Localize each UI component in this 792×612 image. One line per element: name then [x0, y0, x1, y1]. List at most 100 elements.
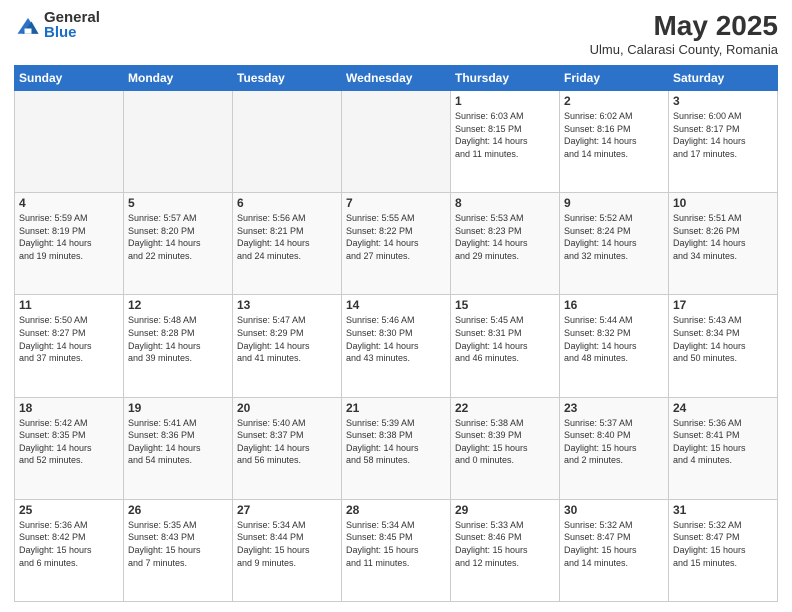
day-info: Sunrise: 5:36 AM Sunset: 8:42 PM Dayligh…: [19, 519, 119, 569]
title-section: May 2025 Ulmu, Calarasi County, Romania: [590, 10, 778, 57]
day-info: Sunrise: 5:35 AM Sunset: 8:43 PM Dayligh…: [128, 519, 228, 569]
calendar-table: SundayMondayTuesdayWednesdayThursdayFrid…: [14, 65, 778, 602]
day-info: Sunrise: 5:46 AM Sunset: 8:30 PM Dayligh…: [346, 314, 446, 364]
calendar-cell: 1 Sunrise: 6:03 AM Sunset: 8:15 PM Daylig…: [451, 91, 560, 193]
day-number: 15: [455, 298, 555, 312]
day-number: 9: [564, 196, 664, 210]
day-number: 21: [346, 401, 446, 415]
day-info: Sunrise: 5:32 AM Sunset: 8:47 PM Dayligh…: [673, 519, 773, 569]
calendar-cell: 15 Sunrise: 5:45 AM Sunset: 8:31 PM Dayli…: [451, 295, 560, 397]
day-number: 2: [564, 94, 664, 108]
day-info: Sunrise: 5:42 AM Sunset: 8:35 PM Dayligh…: [19, 417, 119, 467]
calendar-cell: 8 Sunrise: 5:53 AM Sunset: 8:23 PM Daylig…: [451, 193, 560, 295]
day-info: Sunrise: 5:38 AM Sunset: 8:39 PM Dayligh…: [455, 417, 555, 467]
day-number: 4: [19, 196, 119, 210]
day-info: Sunrise: 5:45 AM Sunset: 8:31 PM Dayligh…: [455, 314, 555, 364]
calendar-cell: 10Sunrise: 5:51 AM Sunset: 8:26 PM Dayli…: [669, 193, 778, 295]
day-number: 5: [128, 196, 228, 210]
day-number: 22: [455, 401, 555, 415]
day-info: Sunrise: 5:34 AM Sunset: 8:45 PM Dayligh…: [346, 519, 446, 569]
calendar-cell: 11 Sunrise: 5:50 AM Sunset: 8:27 PM Dayli…: [15, 295, 124, 397]
day-info: Sunrise: 5:36 AM Sunset: 8:41 PM Dayligh…: [673, 417, 773, 467]
day-number: 14: [346, 298, 446, 312]
day-info: Sunrise: 6:02 AM Sunset: 8:16 PM Dayligh…: [564, 110, 664, 160]
month-title: May 2025: [590, 10, 778, 42]
logo-general-text: General: [44, 10, 100, 25]
calendar-week-row: 11 Sunrise: 5:50 AM Sunset: 8:27 PM Dayli…: [15, 295, 778, 397]
day-info: Sunrise: 5:43 AM Sunset: 8:34 PM Dayligh…: [673, 314, 773, 364]
day-info: Sunrise: 5:56 AM Sunset: 8:21 PM Dayligh…: [237, 212, 337, 262]
day-number: 18: [19, 401, 119, 415]
day-number: 23: [564, 401, 664, 415]
calendar-cell: 26 Sunrise: 5:35 AM Sunset: 8:43 PM Dayli…: [124, 499, 233, 601]
calendar-cell: 7Sunrise: 5:55 AM Sunset: 8:22 PM Daylig…: [342, 193, 451, 295]
calendar-cell: [233, 91, 342, 193]
calendar-header-saturday: Saturday: [669, 66, 778, 91]
calendar-week-row: 18 Sunrise: 5:42 AM Sunset: 8:35 PM Dayli…: [15, 397, 778, 499]
day-info: Sunrise: 5:57 AM Sunset: 8:20 PM Dayligh…: [128, 212, 228, 262]
calendar-cell: 2 Sunrise: 6:02 AM Sunset: 8:16 PM Daylig…: [560, 91, 669, 193]
day-number: 17: [673, 298, 773, 312]
day-number: 12: [128, 298, 228, 312]
calendar-cell: 28 Sunrise: 5:34 AM Sunset: 8:45 PM Dayli…: [342, 499, 451, 601]
calendar-header-row: SundayMondayTuesdayWednesdayThursdayFrid…: [15, 66, 778, 91]
day-info: Sunrise: 5:48 AM Sunset: 8:28 PM Dayligh…: [128, 314, 228, 364]
day-info: Sunrise: 5:39 AM Sunset: 8:38 PM Dayligh…: [346, 417, 446, 467]
calendar-header-sunday: Sunday: [15, 66, 124, 91]
calendar-week-row: 1 Sunrise: 6:03 AM Sunset: 8:15 PM Daylig…: [15, 91, 778, 193]
day-number: 25: [19, 503, 119, 517]
calendar-cell: 14 Sunrise: 5:46 AM Sunset: 8:30 PM Dayli…: [342, 295, 451, 397]
calendar-cell: 30Sunrise: 5:32 AM Sunset: 8:47 PM Dayli…: [560, 499, 669, 601]
day-number: 1: [455, 94, 555, 108]
calendar-cell: 22 Sunrise: 5:38 AM Sunset: 8:39 PM Dayli…: [451, 397, 560, 499]
day-info: Sunrise: 5:40 AM Sunset: 8:37 PM Dayligh…: [237, 417, 337, 467]
day-info: Sunrise: 5:50 AM Sunset: 8:27 PM Dayligh…: [19, 314, 119, 364]
calendar-cell: 5 Sunrise: 5:57 AM Sunset: 8:20 PM Daylig…: [124, 193, 233, 295]
day-number: 31: [673, 503, 773, 517]
calendar-cell: 20 Sunrise: 5:40 AM Sunset: 8:37 PM Dayli…: [233, 397, 342, 499]
day-info: Sunrise: 5:53 AM Sunset: 8:23 PM Dayligh…: [455, 212, 555, 262]
calendar-cell: 18 Sunrise: 5:42 AM Sunset: 8:35 PM Dayli…: [15, 397, 124, 499]
day-number: 3: [673, 94, 773, 108]
calendar-header-thursday: Thursday: [451, 66, 560, 91]
day-info: Sunrise: 5:41 AM Sunset: 8:36 PM Dayligh…: [128, 417, 228, 467]
day-number: 24: [673, 401, 773, 415]
day-info: Sunrise: 6:00 AM Sunset: 8:17 PM Dayligh…: [673, 110, 773, 160]
day-info: Sunrise: 5:32 AM Sunset: 8:47 PM Dayligh…: [564, 519, 664, 569]
logo: General Blue: [14, 10, 100, 40]
calendar-cell: 17 Sunrise: 5:43 AM Sunset: 8:34 PM Dayli…: [669, 295, 778, 397]
day-number: 11: [19, 298, 119, 312]
calendar-cell: 12 Sunrise: 5:48 AM Sunset: 8:28 PM Dayli…: [124, 295, 233, 397]
calendar-cell: 9 Sunrise: 5:52 AM Sunset: 8:24 PM Daylig…: [560, 193, 669, 295]
day-info: Sunrise: 5:55 AM Sunset: 8:22 PM Dayligh…: [346, 212, 446, 262]
calendar-week-row: 4Sunrise: 5:59 AM Sunset: 8:19 PM Daylig…: [15, 193, 778, 295]
calendar-cell: 29Sunrise: 5:33 AM Sunset: 8:46 PM Dayli…: [451, 499, 560, 601]
day-number: 6: [237, 196, 337, 210]
day-number: 28: [346, 503, 446, 517]
calendar-cell: 16Sunrise: 5:44 AM Sunset: 8:32 PM Dayli…: [560, 295, 669, 397]
day-number: 27: [237, 503, 337, 517]
day-info: Sunrise: 6:03 AM Sunset: 8:15 PM Dayligh…: [455, 110, 555, 160]
day-number: 8: [455, 196, 555, 210]
day-number: 29: [455, 503, 555, 517]
calendar-cell: [342, 91, 451, 193]
logo-icon: [14, 11, 42, 39]
day-number: 10: [673, 196, 773, 210]
location: Ulmu, Calarasi County, Romania: [590, 42, 778, 57]
day-info: Sunrise: 5:47 AM Sunset: 8:29 PM Dayligh…: [237, 314, 337, 364]
day-number: 13: [237, 298, 337, 312]
calendar-cell: 21 Sunrise: 5:39 AM Sunset: 8:38 PM Dayli…: [342, 397, 451, 499]
calendar-cell: [15, 91, 124, 193]
calendar-week-row: 25 Sunrise: 5:36 AM Sunset: 8:42 PM Dayli…: [15, 499, 778, 601]
day-info: Sunrise: 5:37 AM Sunset: 8:40 PM Dayligh…: [564, 417, 664, 467]
calendar-cell: 3 Sunrise: 6:00 AM Sunset: 8:17 PM Daylig…: [669, 91, 778, 193]
calendar-cell: 23 Sunrise: 5:37 AM Sunset: 8:40 PM Dayli…: [560, 397, 669, 499]
header: General Blue May 2025 Ulmu, Calarasi Cou…: [14, 10, 778, 57]
calendar-cell: 4Sunrise: 5:59 AM Sunset: 8:19 PM Daylig…: [15, 193, 124, 295]
day-number: 16: [564, 298, 664, 312]
calendar-cell: 27Sunrise: 5:34 AM Sunset: 8:44 PM Dayli…: [233, 499, 342, 601]
day-info: Sunrise: 5:52 AM Sunset: 8:24 PM Dayligh…: [564, 212, 664, 262]
day-number: 20: [237, 401, 337, 415]
logo-text: General Blue: [44, 10, 100, 40]
day-number: 26: [128, 503, 228, 517]
